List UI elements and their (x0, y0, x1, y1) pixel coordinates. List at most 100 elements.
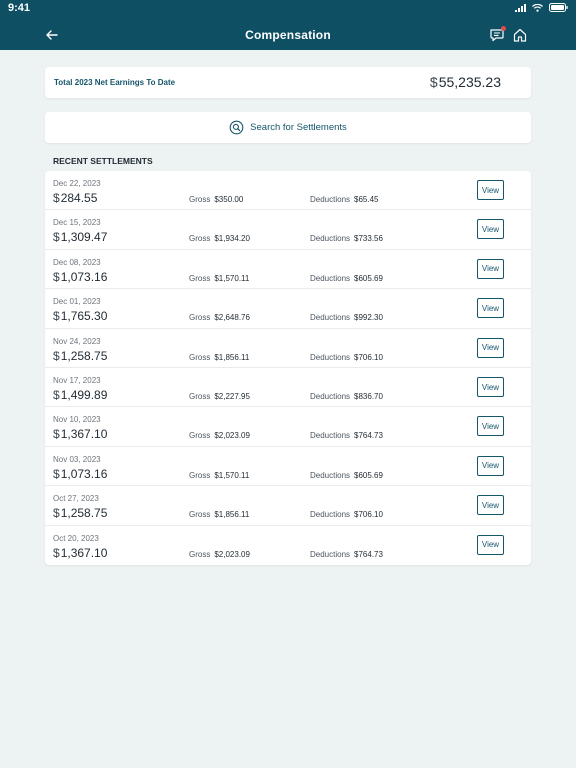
currency-symbol: $ (53, 466, 60, 481)
currency-symbol: $ (53, 388, 60, 402)
settlement-date: Oct 27, 2023 (53, 494, 99, 504)
settlement-gross: Gross $2,648.76 (189, 313, 250, 322)
settlement-gross: Gross $1,570.11 (189, 471, 249, 480)
deductions-value: $992.30 (354, 313, 383, 323)
deductions-label: Deductions (310, 273, 351, 283)
search-icon (229, 120, 244, 135)
gross-label: Gross (189, 195, 211, 204)
deductions-value: $65.45 (354, 195, 379, 204)
settlement-deductions: Deductions $65.45 (310, 195, 379, 204)
settlement-row: Nov 10, 2023 $1,367.10 Gross $2,023.09 Deduc… (45, 407, 531, 447)
currency-symbol: $ (53, 427, 60, 442)
gross-value: $1,934.20 (214, 234, 250, 244)
deductions-value: $605.69 (354, 273, 383, 283)
view-settlement-button[interactable]: View (477, 258, 504, 279)
settlement-net-amount: $1,258.75 (53, 349, 107, 363)
gross-label: Gross (189, 470, 211, 480)
view-settlement-button[interactable]: View (477, 180, 504, 200)
settlement-net-amount: $1,073.16 (53, 270, 107, 284)
settlement-gross: Gross $2,227.95 (189, 392, 250, 401)
settlement-date: Dec 15, 2023 (53, 218, 101, 228)
settlement-net-amount: $1,367.10 (53, 546, 107, 560)
net-value: 1,765.30 (60, 309, 108, 324)
settlement-date: Dec 22, 2023 (53, 179, 101, 188)
settlement-row: Dec 08, 2023 $1,073.16 Gross $1,570.11 Deduc… (45, 250, 531, 290)
gross-label: Gross (189, 431, 211, 441)
settlement-net-amount: $1,367.10 (53, 427, 107, 441)
deductions-value: $764.73 (354, 431, 383, 441)
notification-dot (501, 26, 506, 31)
net-value: 1,258.75 (60, 348, 108, 363)
view-settlement-button[interactable]: View (477, 534, 504, 555)
gross-label: Gross (189, 510, 211, 520)
settlement-net-amount: $1,765.30 (53, 309, 107, 323)
settlement-deductions: Deductions $706.10 (310, 353, 383, 362)
view-settlement-button[interactable]: View (477, 219, 504, 240)
settlement-row: Dec 01, 2023 $1,765.30 Gross $2,648.76 Deduc… (45, 289, 531, 329)
gross-label: Gross (189, 352, 211, 362)
settlement-list: Dec 22, 2023 $284.55 Gross $350.00 Deduction… (45, 171, 531, 565)
net-earnings-label: Total 2023 Net Earnings To Date (54, 78, 176, 87)
home-icon (513, 28, 527, 42)
settlement-net-amount: $1,073.16 (53, 467, 107, 481)
settlement-net-amount: $1,499.89 (53, 388, 107, 402)
search-settlements-button[interactable]: Search for Settlements (45, 112, 531, 143)
view-settlement-button[interactable]: View (477, 495, 504, 516)
deductions-label: Deductions (310, 234, 351, 244)
view-settlement-button[interactable]: View (477, 455, 504, 476)
settlement-date: Oct 20, 2023 (53, 533, 99, 543)
view-settlement-button[interactable]: View (477, 416, 504, 437)
deductions-value: $605.69 (354, 470, 383, 480)
view-settlement-button[interactable]: View (477, 377, 504, 397)
gross-value: $1,856.11 (214, 510, 250, 520)
view-settlement-button[interactable]: View (477, 337, 504, 358)
settlement-gross: Gross $1,934.20 (189, 234, 250, 243)
deductions-value: $764.73 (354, 549, 383, 559)
settlement-date: Nov 24, 2023 (53, 336, 101, 346)
gross-value: $2,023.09 (214, 431, 250, 441)
view-settlement-button[interactable]: View (477, 298, 504, 319)
cellular-signal-icon (515, 3, 526, 12)
deductions-label: Deductions (310, 352, 351, 362)
deductions-label: Deductions (310, 470, 351, 480)
deductions-value: $836.70 (354, 392, 383, 401)
gross-label: Gross (189, 549, 211, 559)
currency-symbol: $ (53, 269, 60, 284)
status-time: 9:41 (8, 2, 31, 14)
settlement-net-amount: $1,309.47 (53, 230, 107, 244)
currency-symbol: $ (53, 230, 60, 245)
messages-button[interactable] (489, 26, 506, 43)
settlement-gross: Gross $350.00 (189, 195, 243, 204)
net-earnings-value: $55,235.23 (430, 74, 501, 90)
search-label: Search for Settlements (250, 122, 347, 133)
settlement-deductions: Deductions $605.69 (310, 274, 383, 283)
net-value: 1,367.10 (60, 427, 108, 442)
deductions-value: $733.56 (354, 234, 383, 244)
deductions-label: Deductions (310, 510, 351, 520)
currency-symbol: $ (53, 506, 60, 521)
net-earnings-amount: 55,235.23 (438, 74, 501, 90)
status-icons (515, 3, 568, 12)
currency-symbol: $ (53, 309, 60, 324)
gross-value: $2,227.95 (214, 392, 250, 401)
settlement-deductions: Deductions $764.73 (310, 550, 383, 559)
gross-label: Gross (189, 273, 211, 283)
currency-symbol: $ (53, 191, 60, 205)
home-button[interactable] (512, 27, 528, 43)
gross-value: $2,023.09 (214, 549, 250, 559)
settlement-deductions: Deductions $605.69 (310, 471, 383, 480)
deductions-label: Deductions (310, 313, 351, 323)
net-value: 1,258.75 (60, 506, 108, 521)
settlement-gross: Gross $2,023.09 (189, 550, 250, 559)
settlement-net-amount: $284.55 (53, 191, 97, 205)
deductions-label: Deductions (310, 549, 351, 559)
gross-label: Gross (189, 392, 211, 401)
settlement-deductions: Deductions $706.10 (310, 510, 383, 519)
settlement-date: Dec 01, 2023 (53, 297, 101, 307)
gross-value: $1,570.11 (214, 273, 250, 283)
gross-value: $350.00 (214, 195, 244, 204)
net-value: 1,309.47 (60, 230, 108, 245)
settlement-gross: Gross $1,856.11 (189, 510, 249, 519)
section-title: RECENT SETTLEMENTS (53, 156, 153, 166)
settlement-deductions: Deductions $836.70 (310, 392, 383, 401)
